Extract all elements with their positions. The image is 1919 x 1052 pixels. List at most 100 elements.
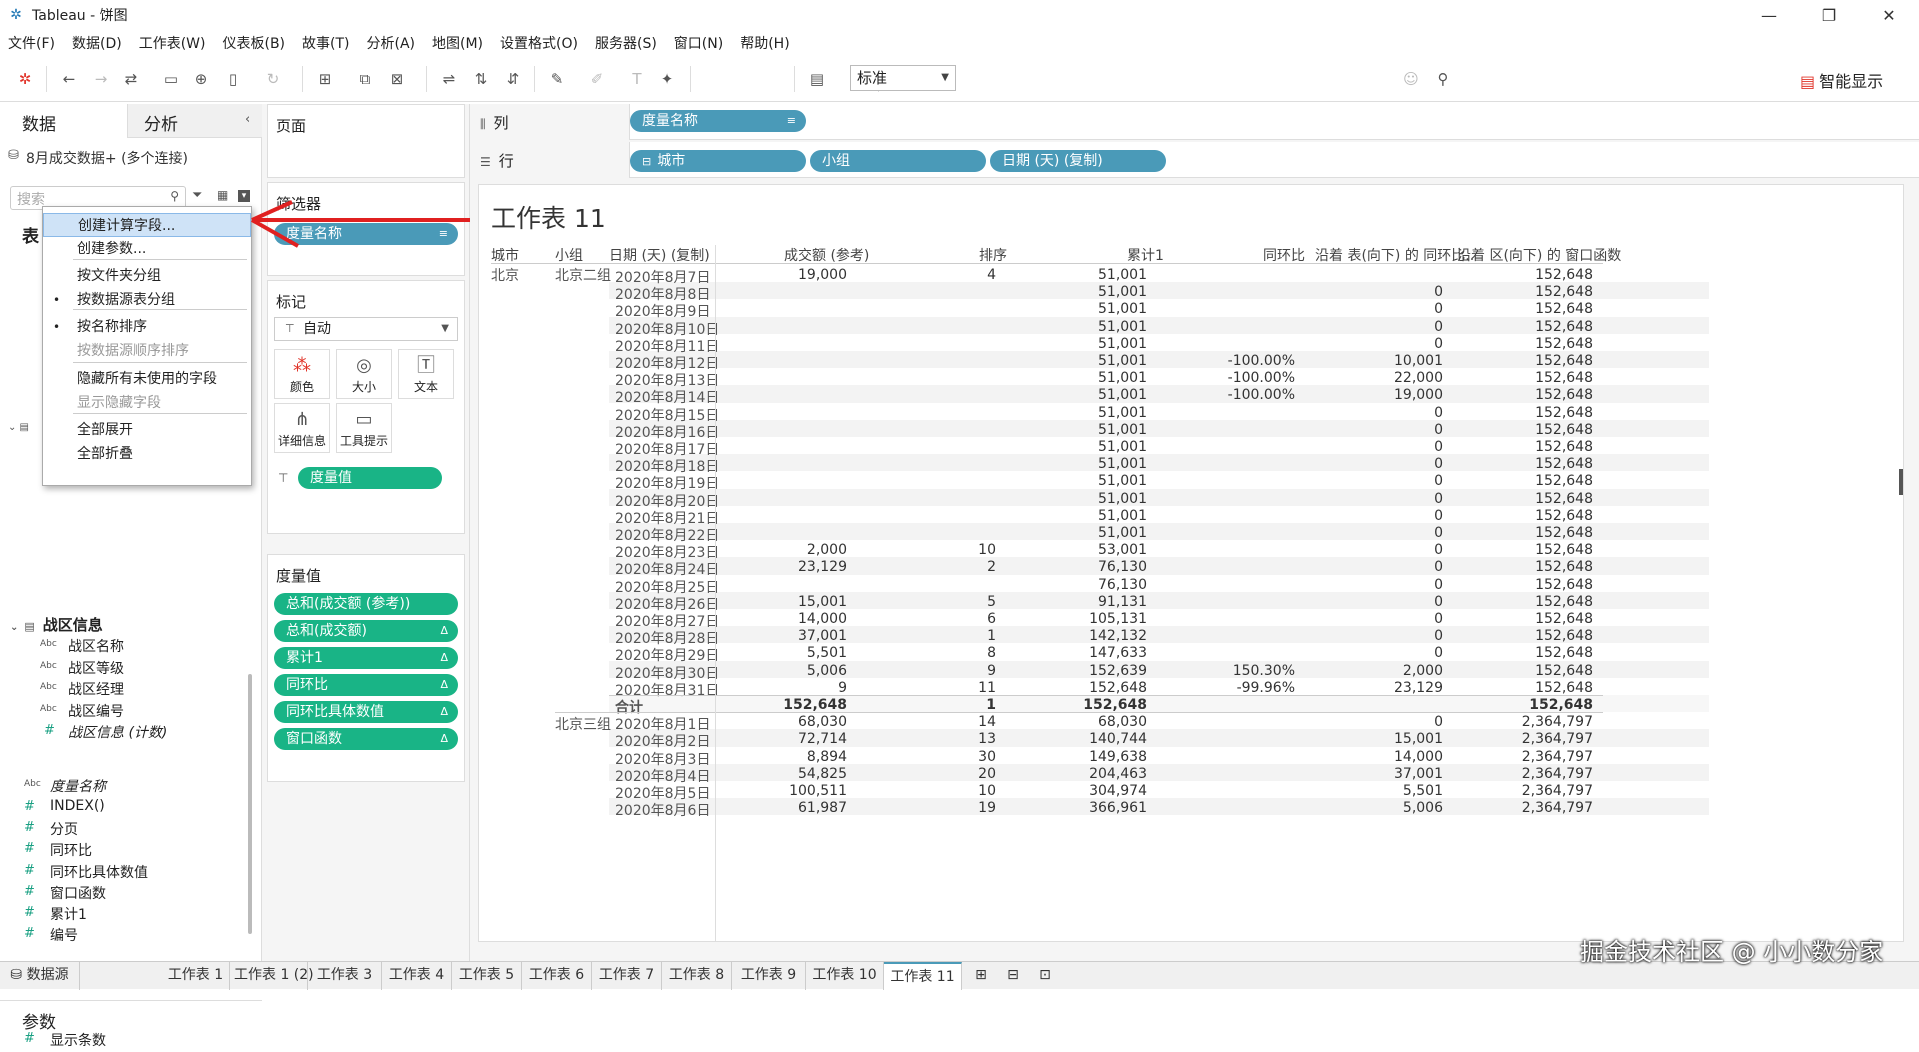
tab-sheet[interactable]: 工作表 9 (732, 962, 806, 990)
new-story-icon[interactable]: ⊡ (1030, 962, 1060, 990)
group-icon[interactable]: ✐ (586, 68, 608, 90)
minimize-icon[interactable]: — (1739, 0, 1799, 30)
column-header[interactable]: 小组 (555, 245, 583, 265)
context-menu-item[interactable]: 按数据源顺序排序 (43, 339, 251, 363)
marks-type-dropdown[interactable]: ⊤ 自动 ▼ (274, 317, 458, 341)
view-options-icon[interactable]: ▦ (217, 188, 228, 202)
chevron-down-icon[interactable]: ⌄ ▤ (8, 422, 29, 433)
column-header[interactable]: 城市 (491, 245, 519, 265)
measure-value-pill[interactable]: 窗口函数 Δ (274, 728, 458, 750)
menu-item[interactable]: 设置格式(O) (500, 33, 578, 53)
tab-sheet[interactable]: 工作表 1 (162, 962, 230, 990)
show-cards-icon[interactable]: ▤ (806, 68, 828, 90)
refresh-icon[interactable]: ↻ (262, 68, 284, 90)
column-pill-measure-names[interactable]: 度量名称 ≡ (630, 110, 806, 132)
context-menu-item[interactable]: 按文件夹分组 (43, 264, 251, 288)
measure-value-pill[interactable]: 总和(成交额) Δ (274, 620, 458, 642)
context-menu-item[interactable]: 显示隐藏字段 (43, 391, 251, 415)
tab-analysis[interactable]: 分析 (128, 104, 262, 138)
context-menu-item[interactable]: 隐藏所有未使用的字段 (43, 367, 251, 391)
tab-sheet[interactable]: 工作表 10 (806, 962, 884, 990)
filter-icon[interactable]: ⏷ (192, 188, 202, 203)
new-worksheet-icon[interactable]: ⊞ (314, 68, 336, 90)
context-menu-item[interactable]: 全部展开 (43, 418, 251, 442)
tab-data[interactable]: 数据 (0, 104, 128, 138)
menu-item[interactable]: 服务器(S) (595, 33, 657, 53)
highlight-icon[interactable]: ✎ (546, 68, 568, 90)
pause-updates-icon[interactable]: ▯ (222, 68, 244, 90)
column-header[interactable]: 排序 (979, 245, 1007, 265)
column-header[interactable]: 沿着 表(向下) 的 同环比.. (1315, 245, 1474, 265)
measure-value-pill[interactable]: 总和(成交额 (参考)) (274, 593, 458, 615)
tab-sheet[interactable]: 工作表 3 (308, 962, 382, 990)
marks-pill-measure-values[interactable]: 度量值 (298, 467, 442, 489)
collapse-pane-icon[interactable]: ‹ (245, 112, 250, 127)
menu-item[interactable]: 数据(D) (72, 33, 122, 53)
column-header[interactable]: 日期 (天) (复制) (609, 245, 710, 265)
size-button[interactable]: ◎ 大小 (336, 349, 392, 399)
tableau-home-icon[interactable]: ✲ (14, 68, 36, 90)
pin-icon[interactable]: ✦ (656, 68, 678, 90)
color-button[interactable]: ⁂ 颜色 (274, 349, 330, 399)
menu-item[interactable]: 帮助(H) (740, 33, 789, 53)
row-pill-group[interactable]: 小组 (810, 150, 986, 172)
measure-value-pill[interactable]: 同环比 Δ (274, 674, 458, 696)
tab-sheet[interactable]: 工作表 6 (522, 962, 592, 990)
column-header[interactable]: 累计1 (1127, 245, 1164, 265)
fit-dropdown[interactable]: 标准 ▼ (850, 65, 956, 91)
menu-item[interactable]: 地图(M) (432, 33, 483, 53)
save-icon[interactable]: ▭ (160, 68, 182, 90)
measure-value-pill[interactable]: 同环比具体数值 Δ (274, 701, 458, 723)
context-menu-item[interactable]: 创建计算字段... (43, 213, 251, 237)
data-pane-scrollbar[interactable] (248, 674, 252, 934)
column-header[interactable]: 同环比 (1263, 245, 1305, 265)
column-header[interactable]: 沿着 区(向下) 的 窗口函数 (1457, 245, 1621, 265)
sort-ascending-icon[interactable]: ⇅ (470, 68, 492, 90)
ask-data-icon[interactable]: ☺ (1400, 68, 1422, 90)
undo-icon[interactable]: ← (58, 68, 80, 90)
menu-item[interactable]: 仪表板(B) (222, 33, 285, 53)
new-worksheet-icon[interactable]: ⊞ (966, 962, 996, 990)
tab-sheet[interactable]: 工作表 1 (2) (230, 962, 314, 990)
clear-sheet-icon[interactable]: ⊠ (386, 68, 408, 90)
tab-datasource[interactable]: ⛁ 数据源 (0, 962, 80, 990)
tab-sheet[interactable]: 工作表 11 (884, 962, 962, 990)
replace-data-icon[interactable]: ⇄ (120, 68, 142, 90)
context-menu-item[interactable]: 创建参数... (43, 237, 251, 261)
measure-value-pill[interactable]: 累计1 Δ (274, 647, 458, 669)
maximize-icon[interactable]: ❐ (1799, 0, 1859, 30)
context-menu-item[interactable]: 全部折叠 (43, 442, 251, 466)
smart-show-button[interactable]: ▤ 智能显示 (1800, 68, 1883, 92)
new-dashboard-icon[interactable]: ⊟ (998, 962, 1028, 990)
menu-item[interactable]: 工作表(W) (139, 33, 206, 53)
row-pill-city[interactable]: ⊟ 城市 (630, 150, 806, 172)
label-icon[interactable]: T (626, 68, 648, 90)
pages-card[interactable]: 页面 (267, 104, 465, 178)
close-icon[interactable]: ✕ (1859, 0, 1919, 30)
tab-sheet[interactable]: 工作表 7 (592, 962, 662, 990)
table-group-zhanqu[interactable]: ⌄ ▤ 战区信息 (10, 614, 103, 635)
sort-descending-icon[interactable]: ⇵ (502, 68, 524, 90)
menu-item[interactable]: 窗口(N) (674, 33, 723, 53)
swap-icon[interactable]: ⇌ (438, 68, 460, 90)
new-datasource-icon[interactable]: ⊕ (190, 68, 212, 90)
tab-sheet[interactable]: 工作表 5 (452, 962, 522, 990)
menu-item[interactable]: 故事(T) (302, 33, 349, 53)
datasource-name[interactable]: ⛁ 8月成交数据+ (多个连接) (8, 148, 188, 168)
menu-item[interactable]: 分析(A) (367, 33, 416, 53)
view-scrollbar[interactable] (1899, 469, 1903, 495)
tooltip-button[interactable]: ▭ 工具提示 (336, 403, 392, 453)
text-button[interactable]: 🅃 文本 (398, 349, 454, 399)
format-painter-icon[interactable]: ⚲ (1432, 68, 1454, 90)
rows-shelf[interactable]: ☰ 行 ⊟ 城市 小组 日期 (天) (复制) (470, 142, 1919, 178)
columns-shelf[interactable]: ⫼ 列 度量名称 ≡ (470, 104, 1919, 140)
context-menu-item[interactable]: • 按名称排序 (43, 315, 251, 339)
column-header[interactable]: 成交额 (参考) (784, 245, 869, 265)
redo-icon[interactable]: → (90, 68, 112, 90)
menu-item[interactable]: 文件(F) (8, 33, 55, 53)
row-pill-date[interactable]: 日期 (天) (复制) (990, 150, 1166, 172)
duplicate-icon[interactable]: ⧉ (354, 68, 376, 90)
tab-sheet[interactable]: 工作表 8 (662, 962, 732, 990)
detail-button[interactable]: ⋔ 详细信息 (274, 403, 330, 453)
tab-sheet[interactable]: 工作表 4 (382, 962, 452, 990)
